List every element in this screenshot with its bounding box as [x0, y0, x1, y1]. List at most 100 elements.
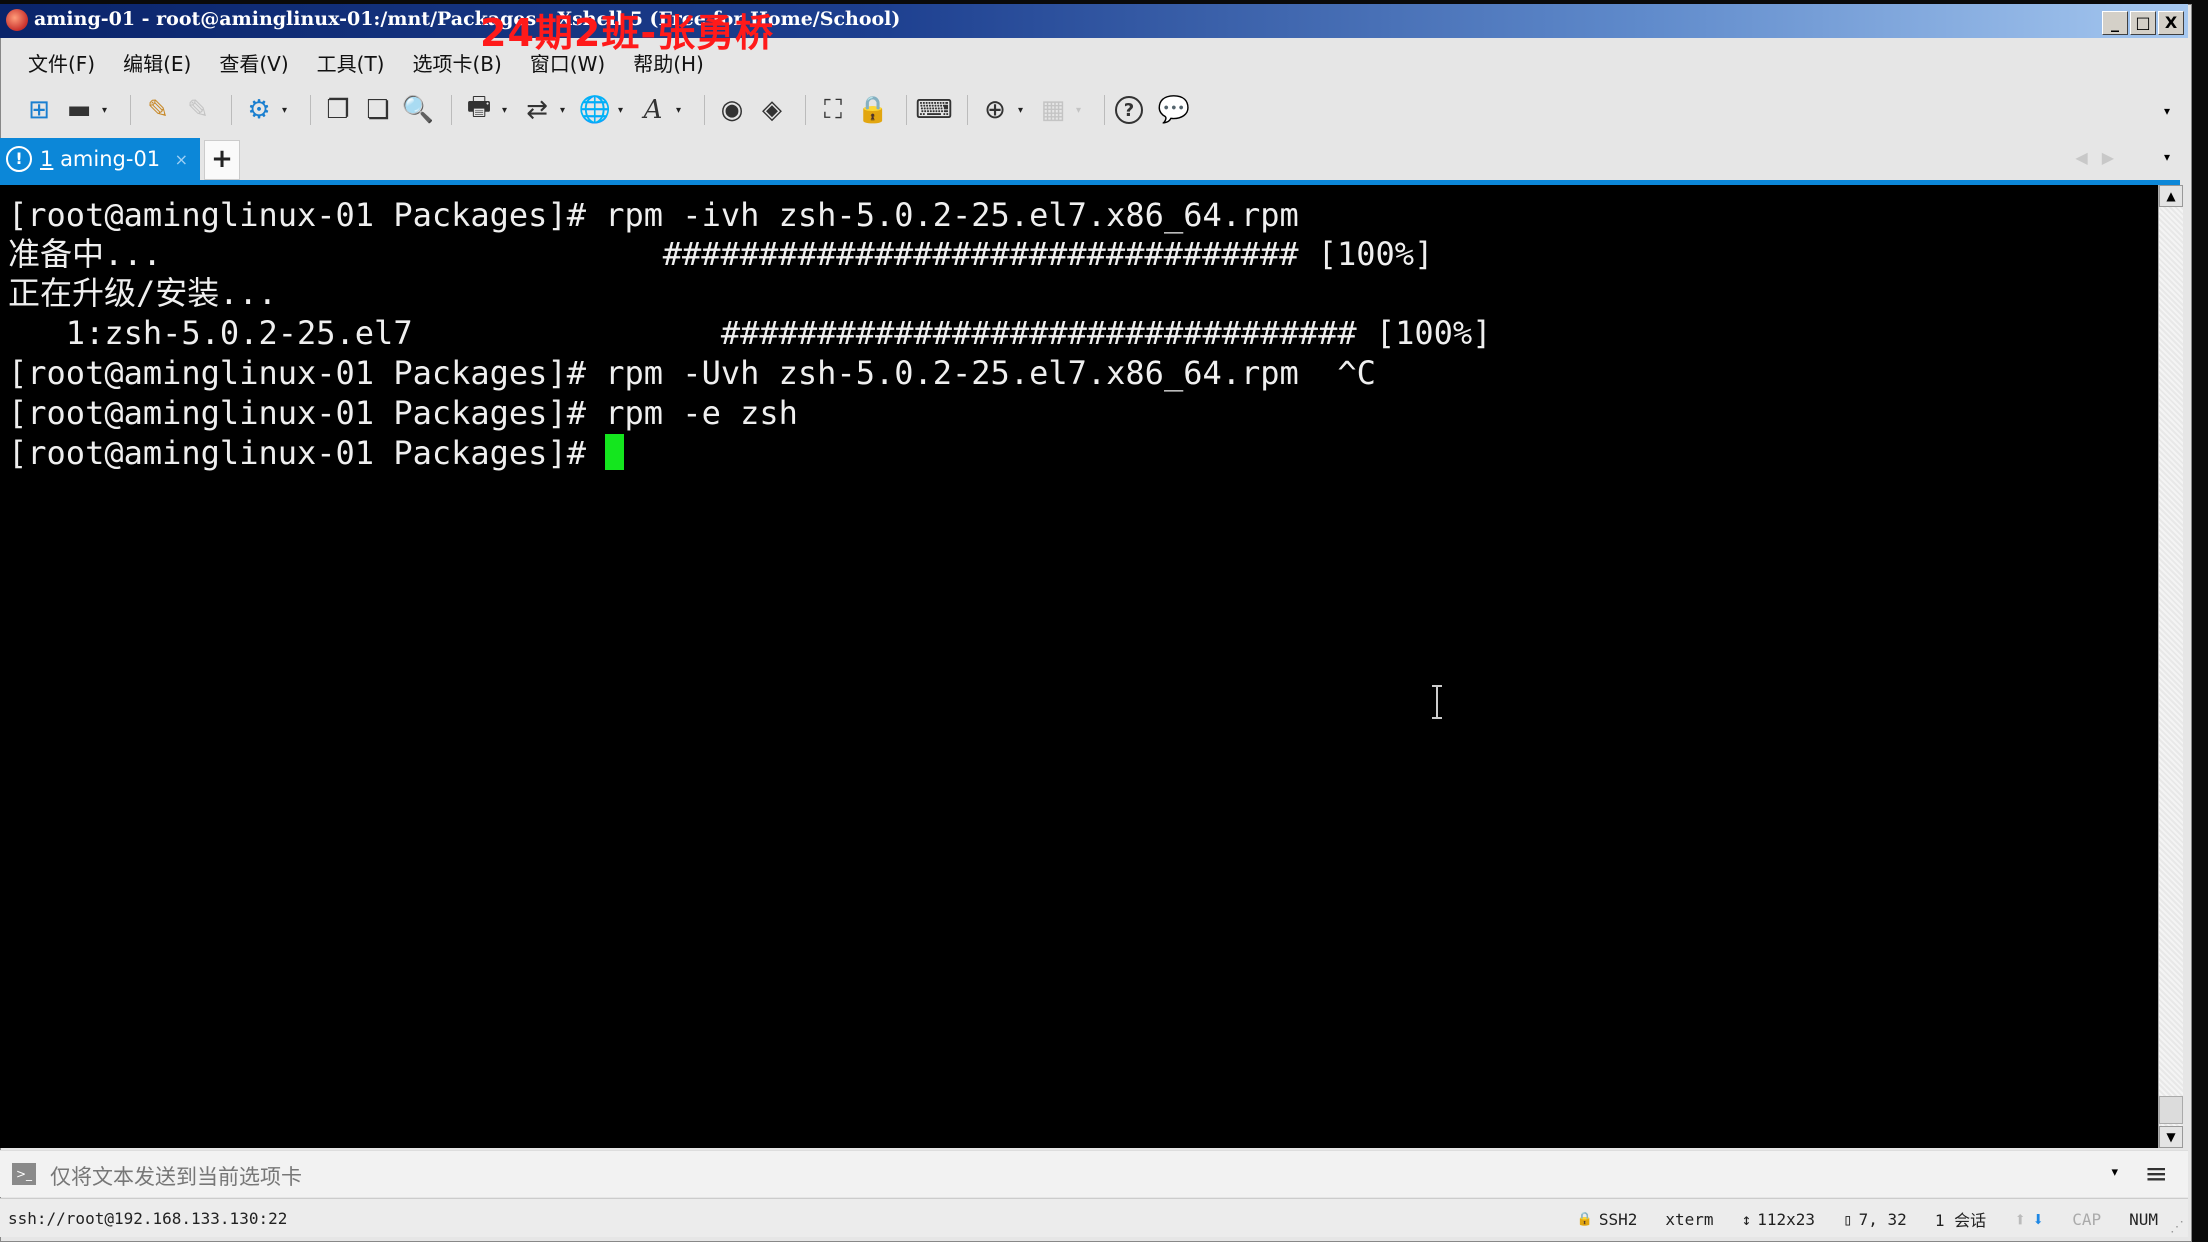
tab-navigation: ◀▶ — [2075, 148, 2128, 167]
layout-dropdown-icon[interactable]: ▾ — [1076, 105, 1086, 116]
tab-prev-icon[interactable]: ◀ — [2075, 148, 2101, 167]
chat-icon[interactable]: 💬 — [1157, 93, 1191, 127]
resize-icon: ↕ — [1741, 1209, 1752, 1229]
terminal-line: [root@aminglinux-01 Packages]# rpm -ivh … — [8, 196, 1299, 234]
menu-edit[interactable]: 编辑(E) — [123, 48, 191, 77]
terminal-type: xterm — [1665, 1209, 1714, 1229]
terminal-scrollbar[interactable]: ▲ ▼ — [2158, 185, 2183, 1148]
cursor-position: 7, 32 — [1858, 1209, 1907, 1229]
new-tab-dropdown-icon[interactable]: ▾ — [1018, 105, 1028, 116]
disconnect-icon[interactable]: ✎ — [181, 93, 215, 127]
status-bar: ssh://root@192.168.133.130:22 🔒 SSH2 xter… — [0, 1198, 2188, 1237]
terminal-size-status: ↕ 112x23 — [1742, 1210, 1815, 1229]
new-tab-icon[interactable]: ⊕ — [978, 93, 1012, 127]
terminal-size: 112x23 — [1757, 1209, 1815, 1229]
menu-window[interactable]: 窗口(W) — [530, 48, 605, 77]
terminal-prompt: [root@aminglinux-01 Packages]# — [8, 434, 606, 472]
toolbar-separator — [805, 95, 806, 125]
terminal-line: 1:zsh-5.0.2-25.el7 #####################… — [8, 314, 1492, 352]
layout-icon[interactable]: ▦ — [1036, 93, 1070, 127]
menu-tabs[interactable]: 选项卡(B) — [412, 48, 501, 77]
terminal-line: 正在升级/安装... — [8, 274, 278, 312]
tab-list-menu-icon[interactable]: ▾ — [2164, 150, 2170, 164]
add-tab-button[interactable]: + — [204, 140, 240, 180]
alert-icon: ! — [6, 146, 32, 172]
properties-icon[interactable]: ⚙ — [242, 93, 276, 127]
resize-grip-icon[interactable]: ⋰ — [2170, 1219, 2184, 1235]
help-icon[interactable]: ? — [1115, 96, 1143, 124]
globe-icon[interactable]: 🌐 — [578, 93, 612, 127]
terminal-prompt-line: [root@aminglinux-01 Packages]# — [8, 433, 625, 473]
toolbar-separator — [130, 95, 131, 125]
terminal-output[interactable]: [root@aminglinux-01 Packages]# rpm -ivh … — [0, 185, 2158, 1148]
open-folder-icon[interactable]: ▬ — [62, 93, 96, 127]
cursor-position-icon: ▯ — [1843, 1209, 1853, 1229]
transfer-indicators: ⬆ ⬇ — [2014, 1207, 2044, 1231]
upload-arrow-icon: ⬆ — [2014, 1207, 2027, 1231]
num-lock-indicator: NUM — [2129, 1209, 2158, 1229]
mouse-ibeam-cursor-icon — [1432, 685, 1442, 719]
transfer-icon[interactable]: ⇄ — [520, 93, 554, 127]
properties-dropdown-icon[interactable]: ▾ — [282, 105, 292, 116]
lock-icon[interactable]: 🔒 — [856, 93, 890, 127]
send-target-label[interactable]: 仅将文本发送到当前选项卡 — [50, 1161, 302, 1191]
toolbar-separator — [451, 95, 452, 125]
tab-close-icon[interactable]: × — [175, 150, 188, 169]
toolbar-separator — [906, 95, 907, 125]
status-indicators: 🔒 SSH2 xterm ↕ 112x23 ▯ 7, 32 1 会话 ⬆ ⬇ CAP N… — [1577, 1207, 2158, 1231]
tab-label: 1 aming-01 — [40, 147, 160, 171]
find-icon[interactable]: 🔍 — [401, 93, 435, 127]
menu-view[interactable]: 查看(V) — [219, 48, 288, 77]
paste-icon[interactable]: ❏ — [361, 93, 395, 127]
send-menu-icon[interactable]: ≡ — [2145, 1157, 2168, 1190]
close-button[interactable]: X — [2158, 11, 2184, 35]
lock-icon: 🔒 — [1576, 1211, 1593, 1227]
terminal-line: [root@aminglinux-01 Packages]# rpm -e zs… — [8, 394, 798, 432]
transfer-dropdown-icon[interactable]: ▾ — [560, 105, 570, 116]
app-logo-icon — [6, 9, 28, 31]
send-text-bar[interactable]: >_ 仅将文本发送到当前选项卡 ▾ ≡ — [0, 1150, 2188, 1197]
scroll-thumb[interactable] — [2159, 1096, 2183, 1124]
open-dropdown-icon[interactable]: ▾ — [102, 105, 112, 116]
menu-file[interactable]: 文件(F) — [28, 48, 95, 77]
toolbar: ⊞ ▬ ▾ ✎ ✎ ⚙ ▾ ❐ ❏ 🔍 🖶 ▾ ⇄ ▾ 🌐 ▾ A ▾ ◉ ◈ … — [0, 88, 2188, 132]
font-dropdown-icon[interactable]: ▾ — [676, 105, 686, 116]
maximize-button[interactable]: □ — [2130, 11, 2156, 35]
scroll-up-button[interactable]: ▲ — [2159, 185, 2183, 207]
keyboard-icon[interactable]: ⌨ — [915, 93, 953, 127]
minimize-button[interactable]: _ — [2102, 11, 2128, 35]
tab-number: 1 — [40, 147, 54, 171]
copy-icon[interactable]: ❐ — [321, 93, 355, 127]
window-controls: _ □ X — [2102, 11, 2184, 35]
tab-title: aming-01 — [60, 147, 161, 171]
reconnect-icon[interactable]: ✎ — [141, 93, 175, 127]
toolbar-separator — [967, 95, 968, 125]
print-icon[interactable]: 🖶 — [462, 92, 496, 127]
new-session-icon[interactable]: ⊞ — [22, 93, 56, 127]
toolbar-separator — [310, 95, 311, 125]
send-dropdown-icon[interactable]: ▾ — [2111, 1165, 2118, 1180]
print-dropdown-icon[interactable]: ▾ — [502, 105, 512, 116]
terminal-line: 准备中... #################################… — [8, 235, 1434, 273]
xftp-icon[interactable]: ◉ — [715, 93, 749, 127]
download-arrow-icon: ⬇ — [2032, 1207, 2045, 1231]
globe-dropdown-icon[interactable]: ▾ — [618, 105, 628, 116]
terminal-cursor — [605, 434, 625, 470]
caps-lock-indicator: CAP — [2072, 1209, 2102, 1229]
terminal-line: [root@aminglinux-01 Packages]# rpm -Uvh … — [8, 354, 1376, 392]
title-bar[interactable]: aming-01 - root@aminglinux-01:/mnt/Packa… — [0, 4, 2188, 55]
tab-next-icon[interactable]: ▶ — [2102, 148, 2128, 167]
toolbar-overflow-icon[interactable]: ▾ — [2164, 104, 2170, 118]
menu-help[interactable]: 帮助(H) — [633, 48, 704, 77]
cursor-position-status: ▯ 7, 32 — [1843, 1210, 1907, 1229]
protocol-status: 🔒 SSH2 — [1577, 1210, 1638, 1229]
menu-tools[interactable]: 工具(T) — [317, 48, 385, 77]
tab-aming-01[interactable]: ! 1 aming-01 × — [0, 138, 200, 180]
connection-address: ssh://root@192.168.133.130:22 — [8, 1209, 288, 1228]
xmanager-icon[interactable]: ◈ — [755, 93, 789, 127]
fullscreen-icon[interactable]: ⛶ — [816, 93, 850, 127]
scroll-down-button[interactable]: ▼ — [2159, 1126, 2183, 1148]
session-count: 1 会话 — [1934, 1211, 1987, 1230]
menu-bar: 文件(F) 编辑(E) 查看(V) 工具(T) 选项卡(B) 窗口(W) 帮助(… — [0, 44, 2188, 80]
font-icon[interactable]: A — [636, 93, 670, 127]
